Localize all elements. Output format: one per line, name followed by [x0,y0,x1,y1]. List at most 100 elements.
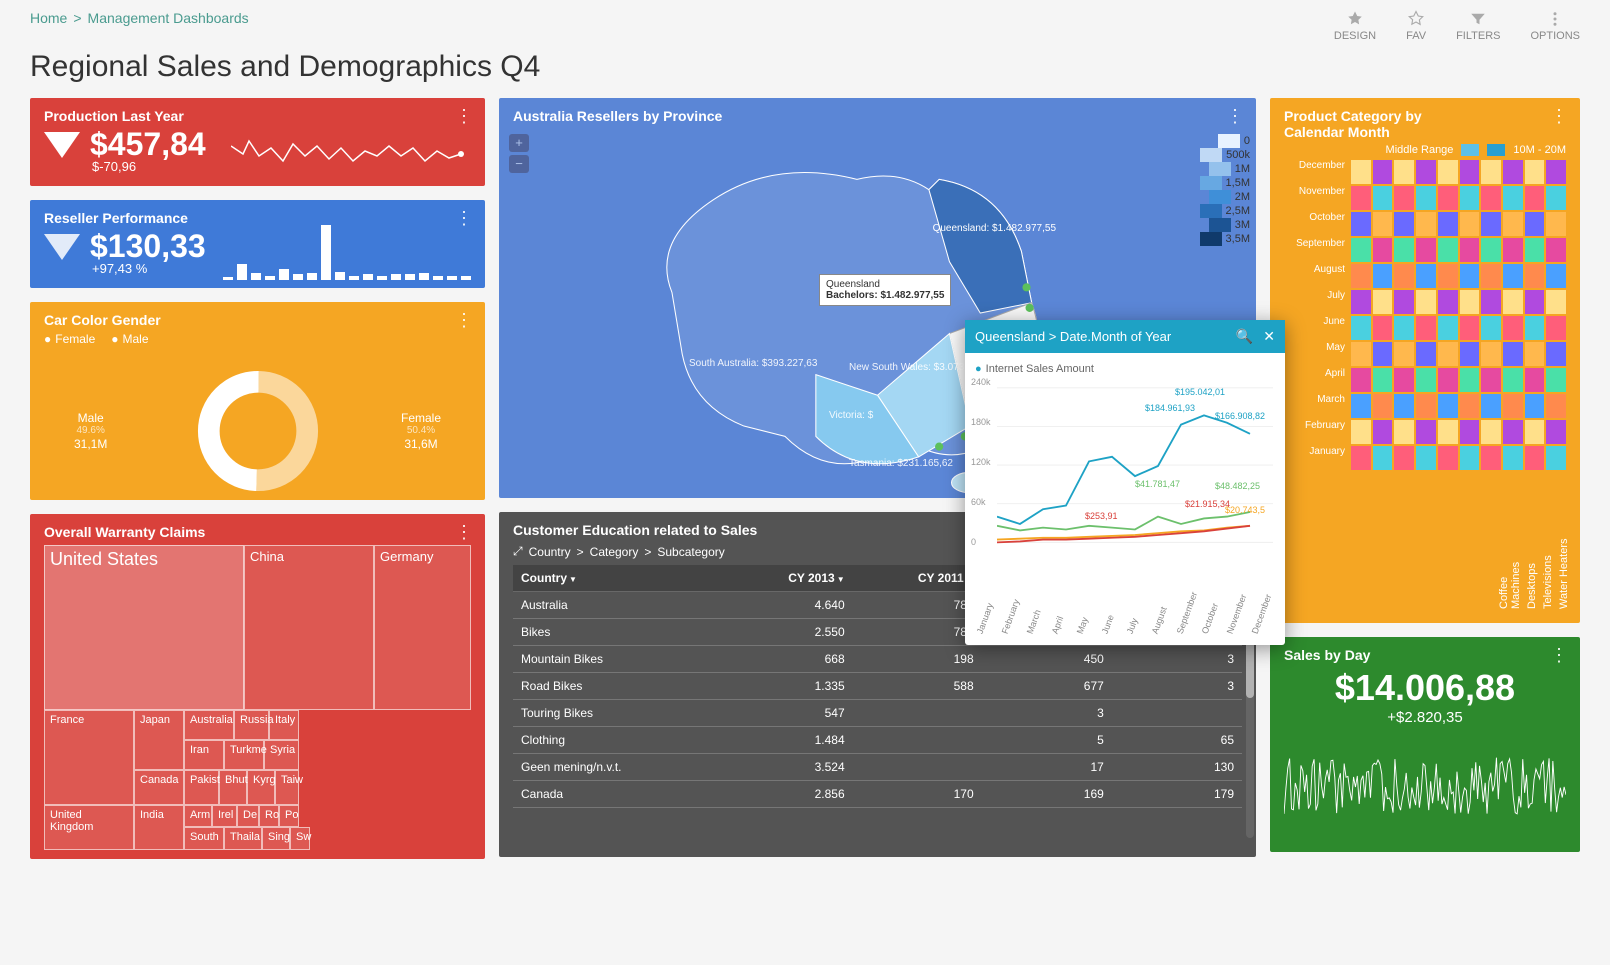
heatmap-cell[interactable] [1438,290,1458,314]
heatmap-cell[interactable] [1438,212,1458,236]
heatmap-cell[interactable] [1394,290,1414,314]
treemap-cell[interactable]: Italy [269,710,299,740]
heatmap-cell[interactable] [1394,264,1414,288]
heatmap-cell[interactable] [1373,160,1393,184]
treemap-cell[interactable]: France [44,710,134,805]
heatmap-cell[interactable] [1546,160,1566,184]
heatmap-cell[interactable] [1503,290,1523,314]
heatmap-cell[interactable] [1438,394,1458,418]
treemap-cell[interactable]: De [237,805,259,827]
heatmap-cell[interactable] [1546,420,1566,444]
heatmap-cell[interactable] [1373,290,1393,314]
heatmap-cell[interactable] [1438,186,1458,210]
heatmap-cell[interactable] [1373,342,1393,366]
heatmap-cell[interactable] [1373,394,1393,418]
production-kpi-card[interactable]: Production Last Year ⋮ $457,84 $-70,96 [30,98,485,186]
treemap-cell[interactable]: Ro [259,805,279,827]
table-row[interactable]: Mountain Bikes6681984503 [513,646,1242,673]
heatmap-cell[interactable] [1546,368,1566,392]
heatmap-cell[interactable] [1394,368,1414,392]
heatmap-cell[interactable] [1416,316,1436,340]
heatmap-cell[interactable] [1481,420,1501,444]
heatmap-cell[interactable] [1438,316,1458,340]
heatmap-cell[interactable] [1416,342,1436,366]
popup-close-icon[interactable]: ✕ [1263,328,1275,345]
heatmap-cell[interactable] [1525,446,1545,470]
treemap-cell[interactable]: Canada [134,770,184,805]
treemap-cell[interactable]: Syria [264,740,299,770]
treemap-cell[interactable]: Thaila [224,827,262,850]
heatmap-cell[interactable] [1460,238,1480,262]
heatmap-cell[interactable] [1373,316,1393,340]
table-row[interactable]: Touring Bikes5473 [513,700,1242,727]
heatmap-cell[interactable] [1351,212,1371,236]
treemap-cell[interactable]: Po [279,805,299,827]
treemap-cell[interactable]: United States [44,545,244,710]
heatmap-cell[interactable] [1416,368,1436,392]
heatmap-cell[interactable] [1416,186,1436,210]
heatmap-cell[interactable] [1546,394,1566,418]
heatmap-cell[interactable] [1394,186,1414,210]
heatmap-cell[interactable] [1460,186,1480,210]
heatmap-cell[interactable] [1460,394,1480,418]
treemap-cell[interactable]: India [134,805,184,850]
heatmap-cell[interactable] [1525,264,1545,288]
heatmap-cell[interactable] [1503,264,1523,288]
heatmap-cell[interactable] [1525,186,1545,210]
heatmap-cell[interactable] [1394,212,1414,236]
treemap-cell[interactable]: Germany [374,545,471,710]
heatmap-cell[interactable] [1351,316,1371,340]
heatmap-cell[interactable] [1481,446,1501,470]
heatmap-cell[interactable] [1416,420,1436,444]
heatmap-cell[interactable] [1416,160,1436,184]
heatmap-cell[interactable] [1481,342,1501,366]
heatmap-cell[interactable] [1394,316,1414,340]
heatmap-cell[interactable] [1525,160,1545,184]
options-button[interactable]: OPTIONS [1530,10,1580,42]
heatmap-cell[interactable] [1394,446,1414,470]
heatmap-cell[interactable] [1438,368,1458,392]
heatmap-cell[interactable] [1460,212,1480,236]
col-2011[interactable]: CY 2011▼ [853,565,982,592]
heatmap-cell[interactable] [1546,238,1566,262]
warranty-treemap[interactable]: United States China Germany France Japan… [44,540,471,850]
treemap-cell[interactable]: Iran [184,740,224,770]
heatmap-cell[interactable] [1460,420,1480,444]
heatmap-cell[interactable] [1373,238,1393,262]
heatmap-cell[interactable] [1438,446,1458,470]
treemap-cell[interactable]: Taiw [275,770,299,805]
heatmap-cell[interactable] [1351,186,1371,210]
heatmap-cell[interactable] [1481,160,1501,184]
heatmap-cell[interactable] [1373,420,1393,444]
heatmap-cell[interactable] [1351,446,1371,470]
heatmap-cell[interactable] [1546,316,1566,340]
heatmap-cell[interactable] [1438,238,1458,262]
heatmap-cell[interactable] [1416,446,1436,470]
heatmap-cell[interactable] [1394,342,1414,366]
table-row[interactable]: Clothing1.484565 [513,727,1242,754]
heatmap-cell[interactable] [1525,342,1545,366]
warranty-treemap-card[interactable]: Overall Warranty Claims ⋮ United States … [30,514,485,859]
treemap-cell[interactable]: Irel [212,805,237,827]
heatmap-cell[interactable] [1546,212,1566,236]
breadcrumb-home[interactable]: Home [30,10,67,26]
heatmap-cell[interactable] [1351,264,1371,288]
heatmap-cell[interactable] [1351,160,1371,184]
heatmap-cell[interactable] [1546,290,1566,314]
treemap-cell[interactable]: Pakist [184,770,219,805]
heatmap-cell[interactable] [1438,264,1458,288]
card-menu-icon[interactable]: ⋮ [1550,106,1568,127]
heatmap-cell[interactable] [1503,420,1523,444]
category-heatmap-card[interactable]: Product Category by Calendar Month ⋮ Mid… [1270,98,1580,623]
heatmap-cell[interactable] [1416,212,1436,236]
heatmap-cell[interactable] [1546,446,1566,470]
heatmap-cell[interactable] [1351,342,1371,366]
heatmap-cell[interactable] [1525,394,1545,418]
card-menu-icon[interactable]: ⋮ [455,106,473,127]
treemap-cell[interactable]: Sing [262,827,290,850]
heatmap-cell[interactable] [1416,394,1436,418]
heatmap-cell[interactable] [1351,394,1371,418]
treemap-cell[interactable]: South [184,827,224,850]
heatmap-cell[interactable] [1394,238,1414,262]
heatmap-cell[interactable] [1351,420,1371,444]
